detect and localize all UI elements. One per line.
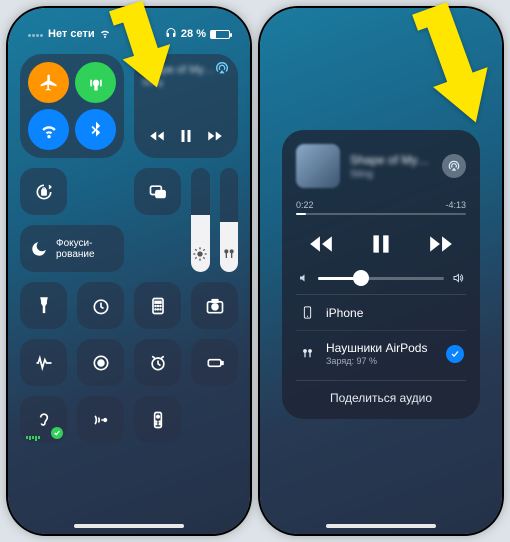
device-iphone[interactable]: iPhone [296, 295, 466, 331]
voice-memos-button[interactable] [20, 339, 67, 386]
flashlight-button[interactable] [20, 282, 67, 329]
rewind-button[interactable] [148, 127, 166, 150]
orientation-lock-button[interactable] [20, 168, 67, 215]
focus-label: Фокуси- рование [56, 238, 95, 260]
np-artist: Sting [350, 169, 432, 180]
pause-button[interactable] [368, 231, 394, 262]
audio-output-card: Shape of My… Sting 0:22 -4:13 [282, 130, 480, 419]
bluetooth-toggle[interactable] [75, 109, 116, 150]
callout-arrow-left [102, 0, 172, 103]
np-title: Shape of My… [350, 153, 432, 167]
timer-button[interactable] [77, 282, 124, 329]
battery-pct-label: 28 % [181, 28, 206, 40]
screen-record-button[interactable] [77, 339, 124, 386]
battery-icon [210, 30, 230, 39]
camera-button[interactable] [191, 282, 238, 329]
device-name: Наушники AirPods [326, 341, 436, 355]
forward-button[interactable] [206, 127, 224, 150]
airplane-toggle[interactable] [28, 62, 69, 103]
time-elapsed: 0:22 [296, 200, 314, 210]
low-power-button[interactable] [191, 339, 238, 386]
device-sublabel: Заряд: 97 % [326, 356, 436, 366]
hearing-button[interactable] [20, 396, 67, 443]
screen-mirroring-button[interactable] [134, 168, 181, 215]
carrier-label: Нет сети [48, 28, 95, 40]
home-indicator[interactable] [326, 524, 436, 528]
brightness-icon [191, 246, 210, 262]
device-list: iPhone Наушники AirPods Заряд: 97 % [296, 294, 466, 376]
scrubber[interactable] [296, 213, 466, 215]
pause-button[interactable] [177, 127, 195, 150]
airpods-volume-icon [220, 246, 239, 262]
wifi-toggle[interactable] [28, 109, 69, 150]
rewind-button[interactable] [308, 231, 334, 262]
callout-arrow-right [408, 0, 498, 143]
volume-bar[interactable] [298, 272, 464, 284]
brightness-slider[interactable] [191, 168, 210, 272]
focus-button[interactable]: Фокуси- рование [20, 225, 124, 272]
calculator-button[interactable] [134, 282, 181, 329]
airplay-badge[interactable] [442, 154, 466, 178]
share-audio-button[interactable]: Поделиться аудио [296, 380, 466, 407]
album-art [296, 144, 340, 188]
home-indicator[interactable] [74, 524, 184, 528]
time-remaining: -4:13 [445, 200, 466, 210]
signal-dots [28, 28, 44, 40]
alarm-button[interactable] [134, 339, 181, 386]
nfc-button[interactable] [77, 396, 124, 443]
phone-icon [298, 305, 316, 320]
device-name: iPhone [326, 306, 464, 320]
hearing-check-icon [51, 427, 63, 439]
volume-slider[interactable] [220, 168, 239, 272]
apple-tv-remote-button[interactable] [134, 396, 181, 443]
device-airpods[interactable]: Наушники AirPods Заряд: 97 % [296, 331, 466, 376]
airpods-icon [298, 346, 316, 361]
selected-check-icon [446, 345, 464, 363]
forward-button[interactable] [428, 231, 454, 262]
